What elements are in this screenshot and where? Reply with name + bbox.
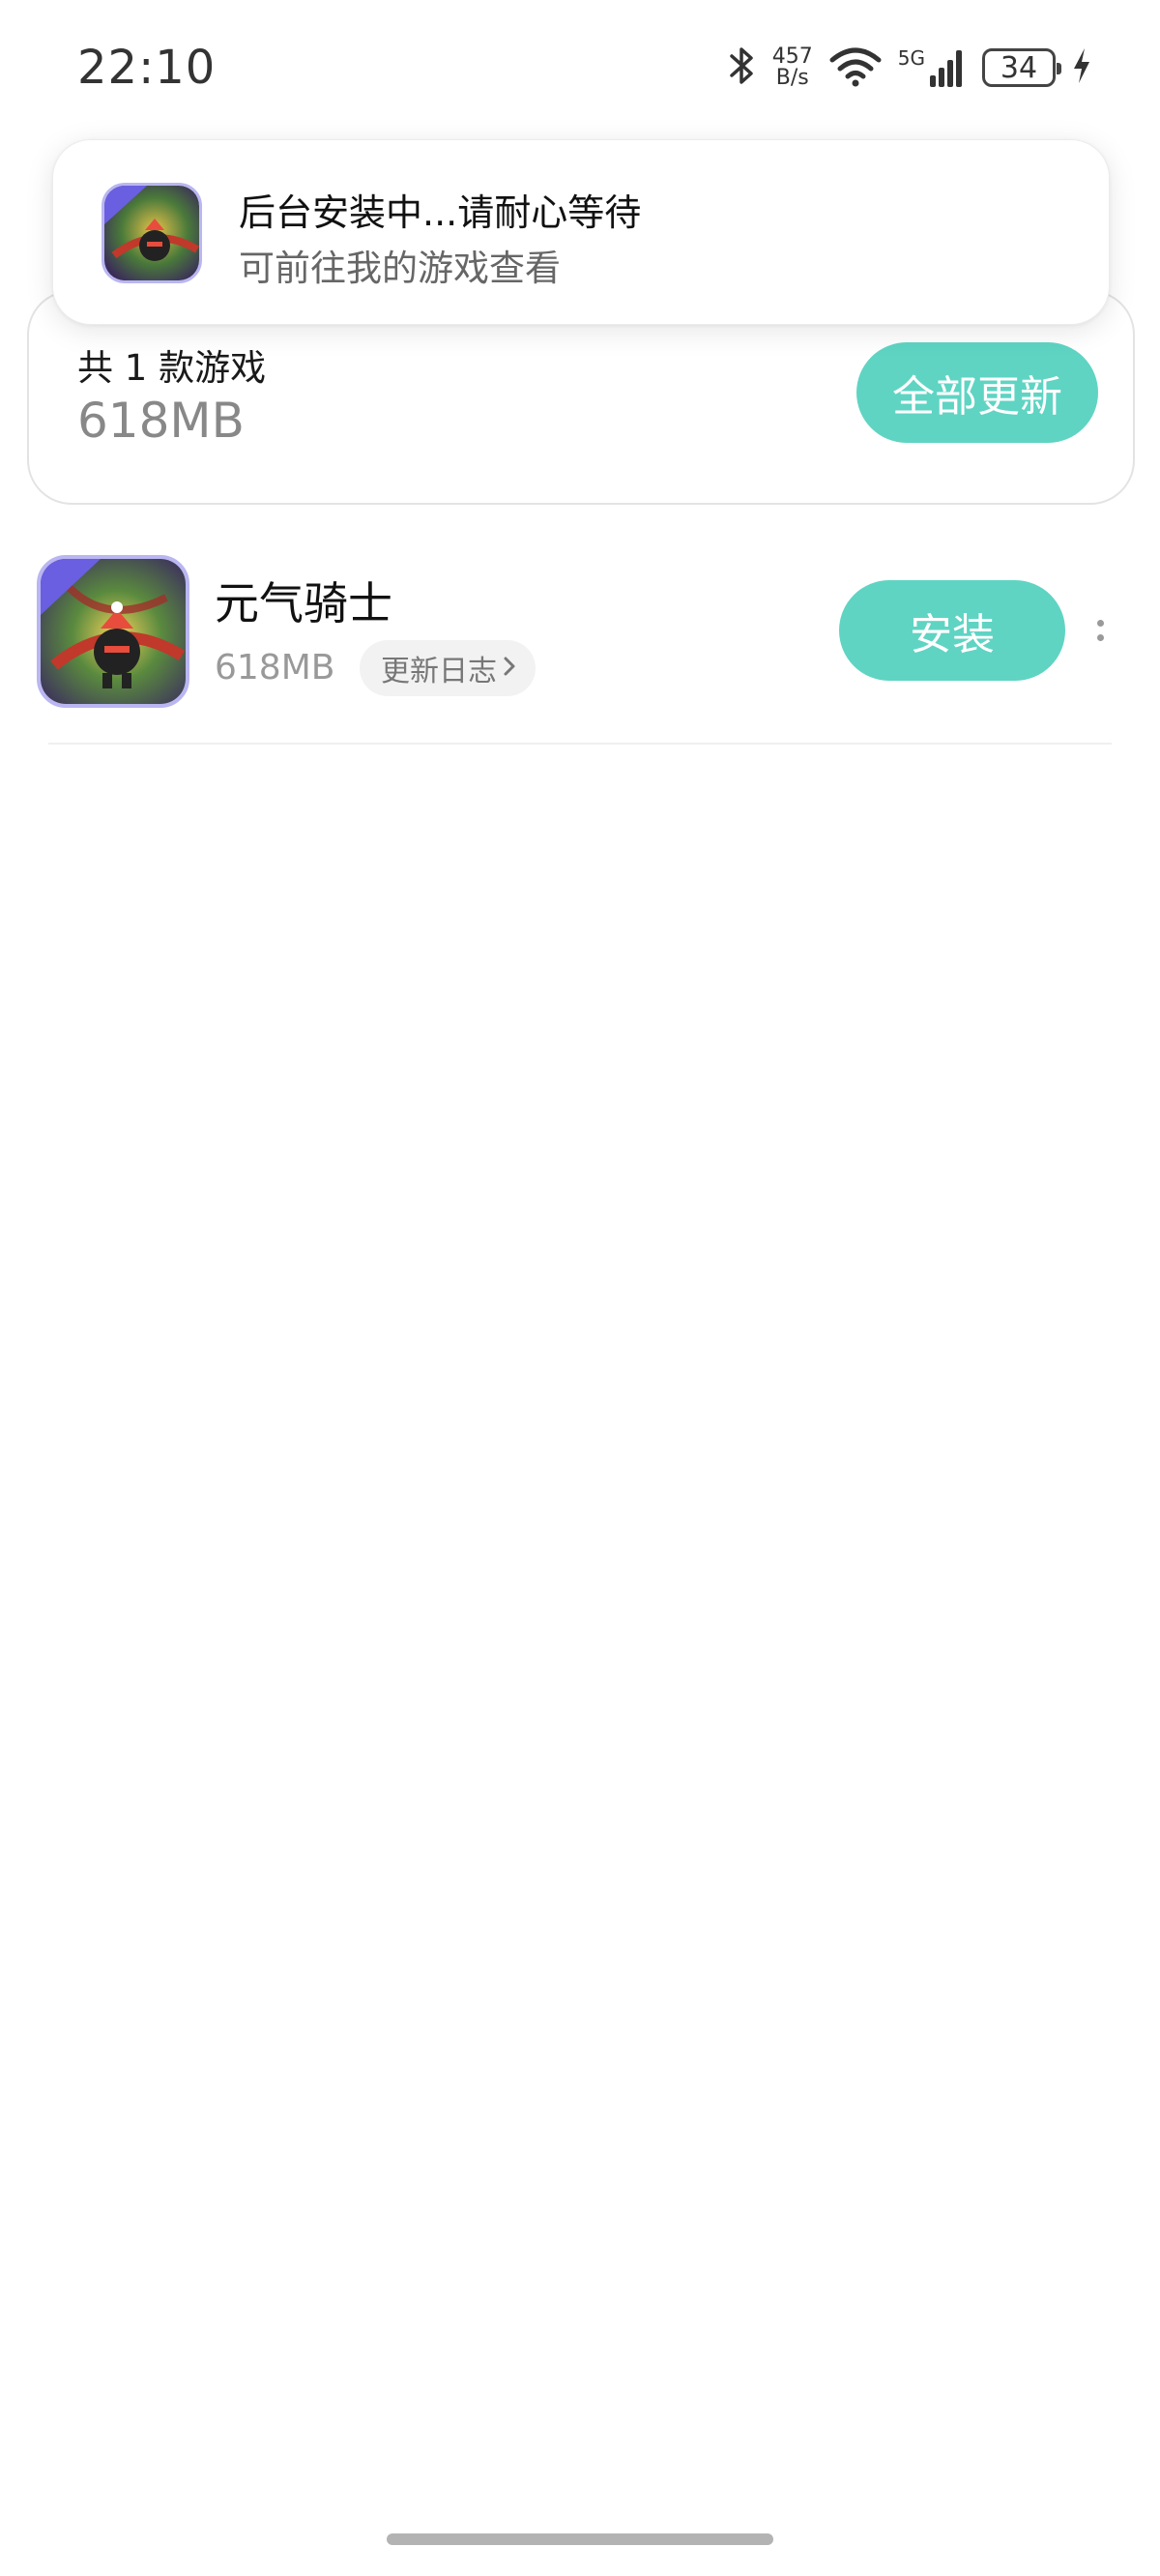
- game-size: 618MB: [215, 648, 335, 688]
- game-icon: [37, 555, 189, 708]
- more-options-icon[interactable]: [1090, 600, 1110, 661]
- changelog-label: 更新日志: [381, 656, 497, 688]
- battery-level: 34: [1000, 50, 1038, 85]
- signal-icon: 5G: [898, 46, 967, 89]
- status-bar: 22:10 457 B/s 5G 34: [0, 0, 1160, 145]
- net-speed-unit: B/s: [775, 66, 809, 90]
- toast-title: 后台安装中...请耐心等待: [239, 191, 642, 234]
- divider: [48, 743, 1112, 745]
- home-indicator[interactable]: [387, 2533, 773, 2545]
- wifi-icon: [828, 44, 883, 91]
- game-count-label: 共 1 款游戏: [77, 347, 267, 389]
- charging-icon: [1071, 44, 1092, 91]
- chevron-right-icon: [503, 653, 516, 684]
- net-speed-value: 457: [771, 44, 813, 69]
- changelog-button[interactable]: 更新日志: [360, 640, 536, 696]
- update-all-button[interactable]: 全部更新: [856, 342, 1098, 443]
- status-icons: 457 B/s 5G 34: [728, 43, 1092, 93]
- total-size: 618MB: [77, 393, 245, 449]
- net-speed: 457 B/s: [772, 46, 813, 89]
- game-icon: [102, 183, 202, 283]
- toast-subtitle: 可前往我的游戏查看: [239, 248, 561, 289]
- bluetooth-icon: [728, 44, 757, 91]
- battery-icon: 34: [982, 48, 1061, 87]
- game-name: 元气骑士: [215, 577, 392, 629]
- status-time: 22:10: [77, 41, 217, 95]
- install-toast[interactable]: 后台安装中...请耐心等待 可前往我的游戏查看: [52, 139, 1110, 325]
- install-button[interactable]: 安装: [839, 580, 1065, 681]
- network-type: 5G: [897, 46, 925, 70]
- list-item[interactable]: 元气骑士 618MB 更新日志 安装: [0, 542, 1160, 745]
